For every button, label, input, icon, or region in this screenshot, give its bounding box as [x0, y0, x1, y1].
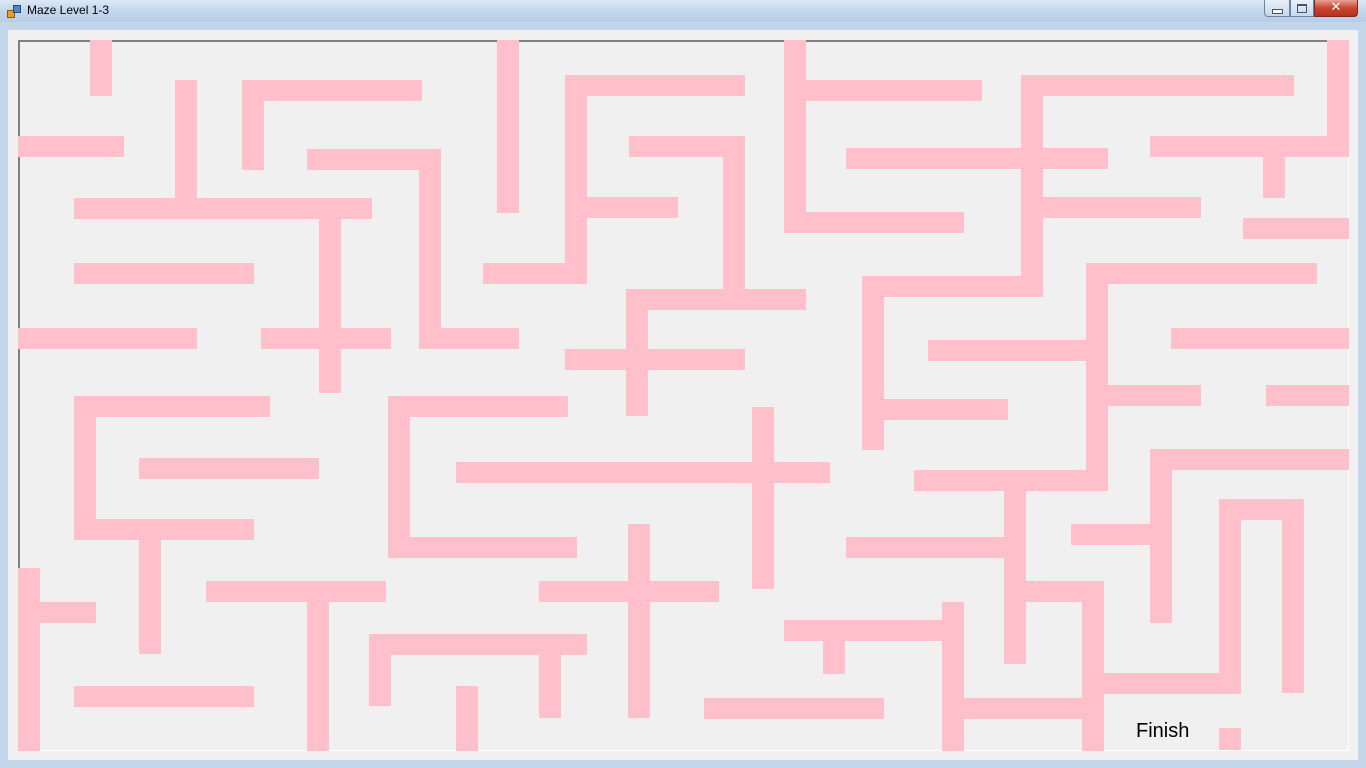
- maze-wall: [1219, 728, 1241, 750]
- maze-wall: [388, 537, 577, 558]
- maze-app-icon[interactable]: [7, 4, 21, 18]
- maze-wall: [18, 568, 40, 751]
- finish-label: Finish: [1136, 720, 1190, 742]
- maze-wall: [1282, 499, 1304, 693]
- maze-wall: [862, 276, 1043, 297]
- maze-wall: [565, 349, 745, 370]
- maze-wall: [565, 75, 745, 96]
- maximize-button[interactable]: [1290, 0, 1314, 17]
- maze-wall: [964, 698, 1104, 719]
- maze-wall: [74, 396, 270, 417]
- maze-wall: [319, 198, 341, 393]
- maze-wall: [1021, 75, 1294, 96]
- maze-wall: [1150, 449, 1349, 470]
- maze-wall: [497, 40, 519, 213]
- maze-wall: [1108, 385, 1201, 406]
- maze-wall: [565, 197, 678, 218]
- maze-wall: [1021, 197, 1201, 218]
- maze-wall: [1171, 328, 1349, 349]
- maze-wall: [1071, 524, 1172, 545]
- maze-wall: [419, 149, 441, 349]
- maze-wall: [74, 263, 254, 284]
- maze-wall: [626, 289, 806, 310]
- close-icon: ✕: [1330, 0, 1342, 15]
- maze-wall: [483, 263, 587, 284]
- maze-wall: [261, 328, 391, 349]
- close-button[interactable]: ✕: [1314, 0, 1358, 17]
- maze-wall: [206, 581, 386, 602]
- caption-buttons: ✕: [1264, 0, 1358, 18]
- maximize-icon: [1297, 3, 1307, 13]
- minimize-icon: [1271, 8, 1283, 14]
- maze-wall: [456, 686, 478, 751]
- maze-wall: [74, 519, 254, 540]
- maze-wall: [419, 328, 519, 349]
- maze-wall: [1004, 470, 1026, 664]
- maze-wall: [628, 524, 650, 718]
- maze-wall: [388, 396, 568, 417]
- maze-wall: [1086, 263, 1108, 491]
- maze-wall: [1082, 581, 1104, 751]
- maze-wall: [139, 458, 319, 479]
- maze-wall: [90, 40, 112, 96]
- maze-wall: [1263, 136, 1285, 198]
- maze-wall: [242, 80, 264, 170]
- maze-wall: [74, 686, 254, 707]
- maze-wall: [1243, 218, 1349, 239]
- maze-wall: [565, 75, 587, 283]
- window-title: Maze Level 1-3: [27, 3, 110, 17]
- maze-wall: [784, 620, 964, 641]
- maze-wall: [928, 340, 1108, 361]
- maze-wall: [18, 328, 197, 349]
- title-bar[interactable]: Maze Level 1-3 ✕: [0, 0, 1366, 22]
- maze-wall: [846, 148, 1108, 169]
- maze-wall: [1266, 385, 1349, 406]
- maze-wall: [242, 80, 422, 101]
- maze-wall: [884, 399, 1008, 420]
- maze-wall: [846, 537, 1026, 558]
- maze-wall: [704, 698, 884, 719]
- maze-wall: [1150, 136, 1349, 157]
- minimize-button[interactable]: [1264, 0, 1290, 17]
- maze-wall: [723, 136, 745, 309]
- maze-wall: [18, 136, 124, 157]
- maze-wall: [369, 634, 391, 706]
- maze-wall: [139, 519, 161, 654]
- maze-wall: [1219, 499, 1241, 693]
- maze-wall: [307, 581, 329, 751]
- maze-wall: [1086, 263, 1317, 284]
- maze-wall: [18, 602, 96, 623]
- maze-wall: [752, 407, 774, 589]
- maze-wall: [388, 396, 410, 558]
- maze-wall: [1327, 40, 1349, 157]
- maze-wall: [1086, 673, 1241, 694]
- maze-wall: [862, 276, 884, 450]
- maze-wall: [784, 40, 806, 233]
- maze-wall: [1021, 75, 1043, 297]
- maze-wall: [784, 212, 964, 233]
- maze-wall: [784, 80, 982, 101]
- maze-wall: [539, 634, 561, 718]
- maze-wall: [823, 620, 845, 674]
